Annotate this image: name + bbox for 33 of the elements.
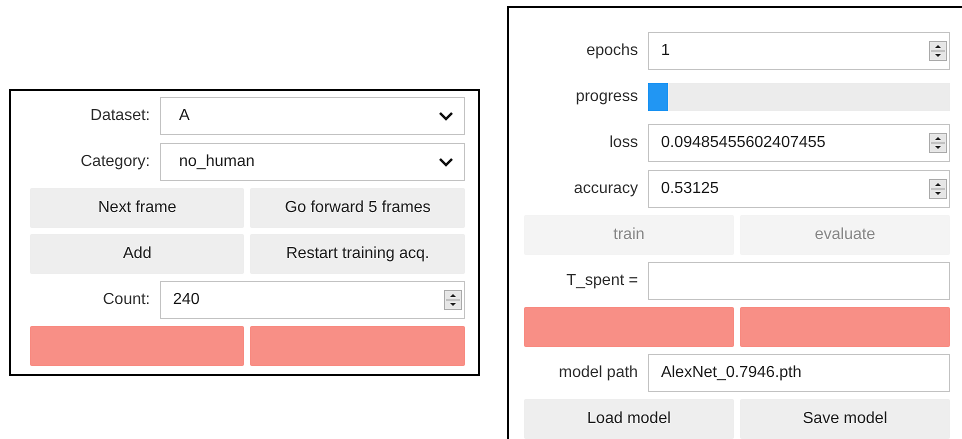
spinner-arrows-icon[interactable]: [929, 133, 947, 153]
chevron-down-icon: [438, 111, 454, 121]
spin-box[interactable]: 0.09485455602407455: [648, 124, 950, 162]
blank-button[interactable]: [30, 326, 244, 366]
blank-button[interactable]: [740, 307, 950, 347]
spinner-arrows-icon[interactable]: [444, 290, 462, 310]
push-button[interactable]: Add: [30, 234, 244, 274]
field-label: Category:: [80, 152, 150, 172]
field-label: epochs: [586, 41, 638, 61]
field-label: progress: [576, 87, 638, 107]
field-label: accuracy: [574, 179, 638, 199]
spin-box[interactable]: 1: [648, 32, 950, 70]
field-label: T_spent =: [566, 271, 638, 291]
field-label: Dataset:: [90, 106, 150, 126]
push-button[interactable]: Next frame: [30, 188, 244, 228]
push-button[interactable]: Restart training acq.: [250, 234, 465, 274]
text-field[interactable]: AlexNet_0.7946.pth: [648, 354, 950, 392]
dropdown[interactable]: no_human: [160, 143, 465, 181]
push-button[interactable]: Save model: [740, 399, 950, 439]
blank-button[interactable]: [524, 307, 734, 347]
push-button[interactable]: Go forward 5 frames: [250, 188, 465, 228]
blank-button[interactable]: [250, 326, 465, 366]
field-label: loss: [610, 133, 638, 153]
field-label: model path: [558, 363, 638, 383]
spinner-arrows-icon[interactable]: [929, 179, 947, 199]
field-label: Count:: [102, 290, 150, 310]
dropdown[interactable]: A: [160, 97, 465, 135]
push-button[interactable]: Load model: [524, 399, 734, 439]
spin-box[interactable]: 240: [160, 281, 465, 319]
text-field[interactable]: [648, 262, 950, 300]
chevron-down-icon: [438, 157, 454, 167]
spin-box[interactable]: 0.53125: [648, 170, 950, 208]
spinner-arrows-icon[interactable]: [929, 41, 947, 61]
